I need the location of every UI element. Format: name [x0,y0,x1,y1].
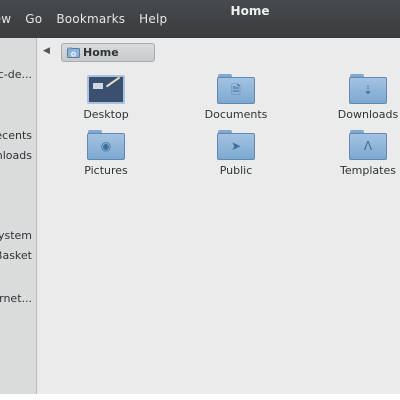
window-title: Home [230,4,270,18]
home-folder-icon [67,47,80,58]
breadcrumb-label: Home [83,46,119,59]
file-label: Desktop [83,108,129,121]
file-item-documents[interactable]: 🗎 Documents [188,74,284,121]
file-label: Templates [340,164,396,177]
sidebar: rc-de... Recents Downloads Filesystem Tr… [0,38,37,394]
window-bottom-edge [0,394,400,400]
share-icon: ➤ [217,130,255,160]
breadcrumb-home[interactable]: Home [61,43,155,62]
file-label: Documents [204,108,268,121]
file-item-public[interactable]: ➤ Public [188,130,284,177]
file-label: Pictures [84,164,128,177]
sidebar-item-device[interactable]: rc-de... [0,68,32,81]
file-label: Public [219,164,253,177]
download-icon: ⇣ [349,74,387,104]
document-icon: 🗎 [217,74,255,104]
sidebar-item-downloads[interactable]: Downloads [0,149,32,162]
camera-icon: ◉ [87,130,125,160]
desktop-icon [87,74,125,104]
file-label: Downloads [337,108,399,121]
file-item-desktop[interactable]: Desktop [58,74,154,121]
file-view: ◀ Home Desktop 🗎 Documents ⇣ Downloads ◉… [37,38,400,394]
sidebar-item-recents[interactable]: Recents [0,129,32,142]
title-bar: View Go Bookmarks Help Home [0,0,400,38]
sidebar-item-network[interactable]: Internet... [0,292,32,305]
file-item-downloads[interactable]: ⇣ Downloads [320,74,400,121]
compass-icon: Λ [349,130,387,160]
file-item-templates[interactable]: Λ Templates [320,130,400,177]
sidebar-item-filesystem[interactable]: Filesystem [0,229,32,242]
file-item-pictures[interactable]: ◉ Pictures [58,130,154,177]
path-bar: ◀ Home [37,38,400,68]
scroll-left-arrow-icon[interactable]: ◀ [43,46,50,56]
sidebar-item-trash[interactable]: Trash Basket [0,249,32,262]
